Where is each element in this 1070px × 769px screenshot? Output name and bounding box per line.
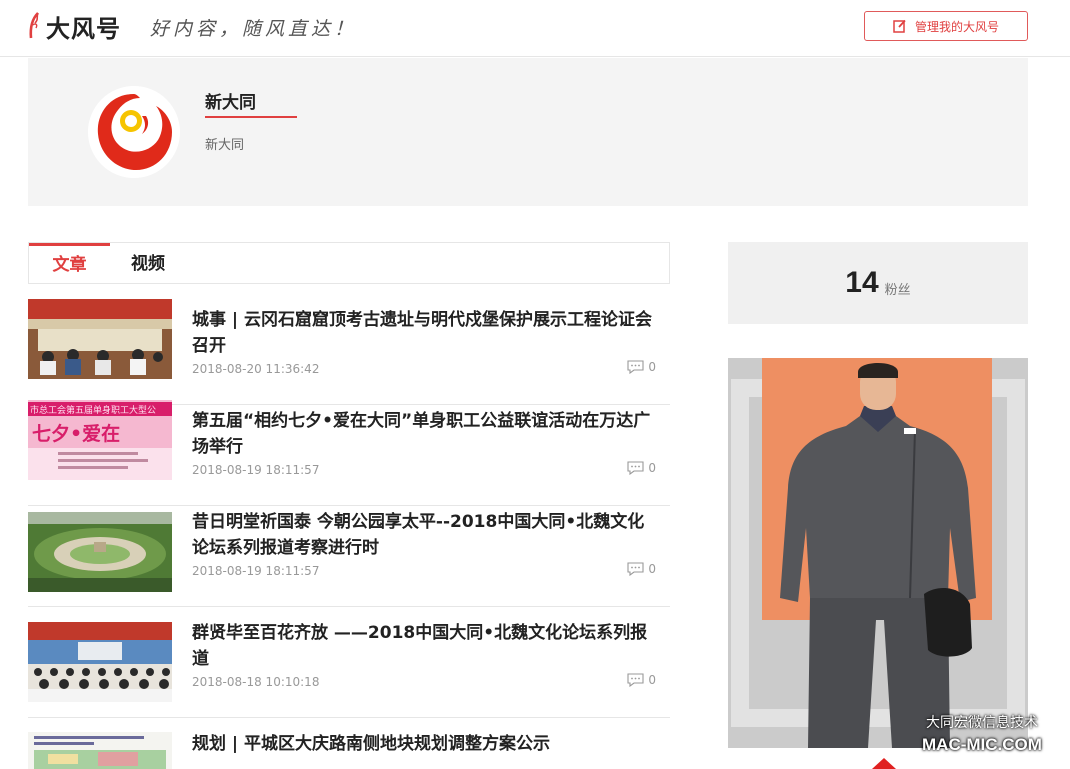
article-thumbnail[interactable] bbox=[28, 622, 172, 702]
article-item[interactable]: 市总工会第五届单身职工大型公 七夕•爱在 第五届“相约七夕•爱在大同”单身职工公… bbox=[28, 395, 670, 506]
article-date: 2018-08-19 18:11:57 bbox=[192, 564, 320, 578]
comment-count[interactable]: 0 bbox=[627, 562, 656, 576]
article-thumbnail[interactable] bbox=[28, 299, 172, 379]
profile-description: 新大同 bbox=[205, 138, 245, 153]
comment-count[interactable]: 0 bbox=[627, 360, 656, 374]
name-underline bbox=[205, 116, 297, 118]
manage-account-button[interactable]: 管理我的大风号 bbox=[864, 11, 1028, 41]
article-date: 2018-08-18 10:10:18 bbox=[192, 675, 320, 689]
article-item[interactable]: 昔日明堂祈国泰 今朝公园享太平--2018中国大同•北魏文化论坛系列报道考察进行… bbox=[28, 496, 670, 607]
scroll-top-arrow-icon[interactable] bbox=[872, 758, 896, 769]
logo-text: 大风号 bbox=[46, 14, 121, 43]
article-item[interactable]: 群贤毕至百花齐放 ——2018中国大同•北魏文化论坛系列报道 2018-08-1… bbox=[28, 607, 670, 718]
article-date: 2018-08-19 18:11:57 bbox=[192, 463, 320, 477]
comment-icon bbox=[627, 562, 644, 576]
comment-count-value: 0 bbox=[648, 562, 656, 576]
article-item[interactable]: 规划 | 平城区大庆路南侧地块规划调整方案公示 bbox=[28, 718, 670, 769]
comment-count-value: 0 bbox=[648, 461, 656, 475]
profile-name: 新大同 bbox=[205, 93, 256, 113]
article-thumbnail[interactable] bbox=[28, 732, 172, 769]
comment-icon bbox=[627, 360, 644, 374]
comment-count-value: 0 bbox=[648, 673, 656, 687]
tab-articles[interactable]: 文章 bbox=[29, 243, 110, 284]
advertisement[interactable] bbox=[728, 358, 1028, 748]
article-title[interactable]: 群贤毕至百花齐放 ——2018中国大同•北魏文化论坛系列报道 bbox=[192, 620, 657, 672]
article-thumbnail[interactable]: 市总工会第五届单身职工大型公 七夕•爱在 bbox=[28, 400, 172, 480]
watermark-line-2: MAC-MIC.COM bbox=[922, 735, 1042, 754]
fans-box: 14 粉丝 bbox=[728, 242, 1028, 324]
fans-label: 粉丝 bbox=[884, 282, 911, 298]
manage-account-label: 管理我的大风号 bbox=[914, 19, 999, 34]
thumbnail-banner-text: 市总工会第五届单身职工大型公 bbox=[30, 404, 156, 416]
thumbnail-headline-text: 七夕•爱在 bbox=[32, 422, 120, 445]
top-bar: 大风号 好内容，随风直达！ 管理我的大风号 bbox=[0, 0, 1070, 57]
comment-icon bbox=[627, 673, 644, 687]
comment-icon bbox=[627, 461, 644, 475]
article-thumbnail[interactable] bbox=[28, 512, 172, 592]
watermark-line-1: 大同宏微信息技术 bbox=[925, 715, 1038, 731]
profile-card: 新大同 新大同 bbox=[28, 58, 1028, 206]
edit-icon bbox=[893, 19, 906, 33]
comment-count[interactable]: 0 bbox=[627, 673, 656, 687]
article-title[interactable]: 昔日明堂祈国泰 今朝公园享太平--2018中国大同•北魏文化论坛系列报道考察进行… bbox=[192, 509, 657, 561]
comment-count-value: 0 bbox=[648, 360, 656, 374]
fans-count: 14 bbox=[845, 266, 879, 299]
tab-videos[interactable]: 视频 bbox=[131, 243, 165, 284]
article-title[interactable]: 规划 | 平城区大庆路南侧地块规划调整方案公示 bbox=[192, 731, 657, 757]
dafenghao-logo[interactable]: 大风号 bbox=[26, 9, 121, 43]
avatar bbox=[88, 86, 180, 178]
article-date: 2018-08-20 11:36:42 bbox=[192, 362, 320, 376]
feather-icon bbox=[26, 11, 44, 41]
comment-count[interactable]: 0 bbox=[627, 461, 656, 475]
article-item[interactable]: 城事 | 云冈石窟窟顶考古遗址与明代戍堡保护展示工程论证会召开 2018-08-… bbox=[28, 294, 670, 405]
article-title[interactable]: 城事 | 云冈石窟窟顶考古遗址与明代戍堡保护展示工程论证会召开 bbox=[192, 307, 657, 359]
article-title[interactable]: 第五届“相约七夕•爱在大同”单身职工公益联谊活动在万达广场举行 bbox=[192, 408, 657, 460]
watermark: 大同宏微信息技术 MAC-MIC.COM bbox=[922, 712, 1042, 756]
slogan: 好内容，随风直达！ bbox=[150, 18, 358, 40]
content-tabs: 文章 视频 bbox=[28, 242, 670, 284]
